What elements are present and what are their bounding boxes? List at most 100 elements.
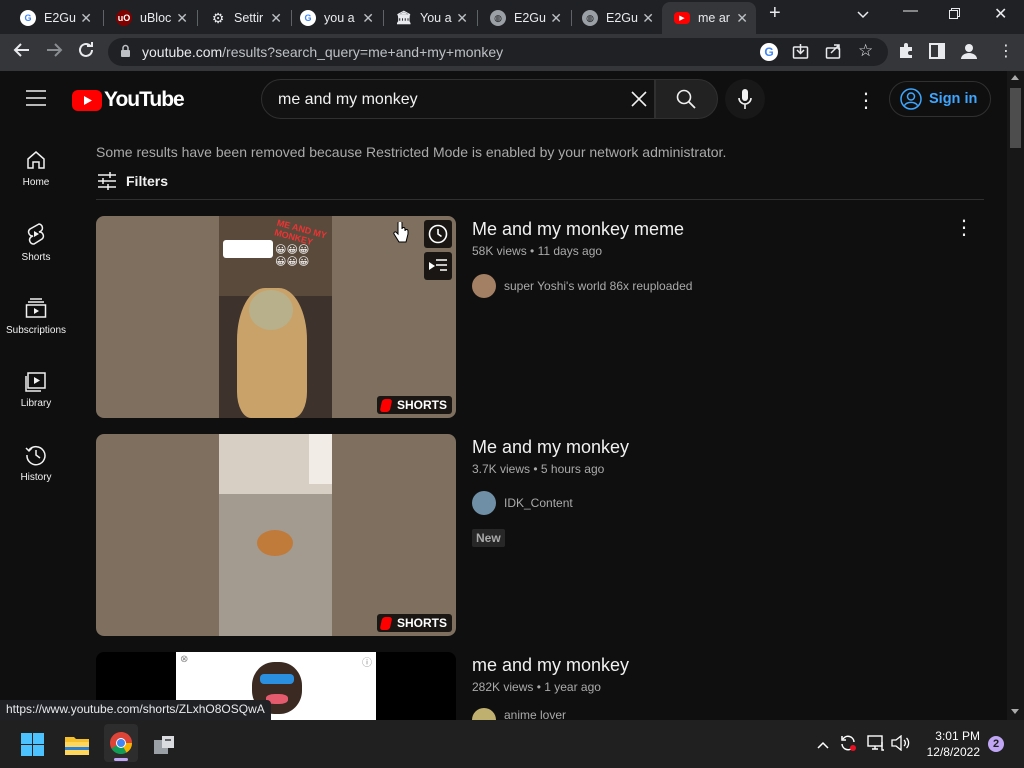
channel-link[interactable]: IDK_Content: [472, 491, 573, 515]
filters-button[interactable]: Filters: [96, 170, 168, 192]
video-title[interactable]: me and my monkey: [472, 655, 629, 676]
minimize-button[interactable]: —: [903, 2, 918, 19]
sidebar-item-history[interactable]: History: [0, 444, 72, 483]
extensions-icon[interactable]: [897, 42, 915, 65]
close-icon[interactable]: ✕: [550, 10, 562, 27]
browser-tab[interactable]: 🏛 You a ✕: [384, 4, 476, 32]
library-icon: 🏛: [395, 10, 413, 25]
youtube-logo[interactable]: YouTube: [72, 88, 185, 112]
share-icon[interactable]: [825, 43, 842, 65]
new-tab-button[interactable]: +: [769, 2, 781, 25]
subscriptions-icon: [25, 298, 47, 318]
monkey-sunglasses: [260, 674, 294, 684]
forward-button[interactable]: [45, 41, 63, 64]
windows-start-icon[interactable]: [21, 733, 44, 761]
notification-badge[interactable]: 2: [988, 736, 1004, 752]
browser-tab[interactable]: G you a ✕: [288, 4, 382, 32]
show-hidden-icons-chevron-icon[interactable]: [817, 736, 829, 754]
status-bar-url: https://www.youtube.com/shorts/ZLxhO8OSQ…: [0, 700, 271, 720]
video-action-menu-icon[interactable]: ⋮: [954, 215, 974, 240]
address-bar[interactable]: youtube.com/results?search_query=me+and+…: [108, 38, 888, 66]
restore-button[interactable]: [949, 6, 960, 23]
network-icon[interactable]: [867, 735, 885, 756]
side-panel-icon[interactable]: [929, 43, 945, 64]
search-input[interactable]: me and my monkey: [261, 79, 655, 119]
close-icon[interactable]: ⊗: [180, 654, 188, 665]
browser-tab[interactable]: ◍ E2Gu ✕: [570, 4, 662, 32]
volume-icon[interactable]: [891, 734, 911, 756]
divider: [96, 199, 984, 200]
close-icon[interactable]: ✕: [362, 10, 374, 27]
globe-icon: ◍: [490, 10, 506, 26]
close-window-button[interactable]: ✕: [994, 4, 1007, 24]
chrome-icon: [110, 732, 132, 754]
scroll-down-arrow-icon[interactable]: [1011, 709, 1019, 714]
channel-link[interactable]: anime lover: [472, 708, 566, 720]
back-button[interactable]: [13, 41, 31, 64]
scroll-up-arrow-icon[interactable]: [1011, 75, 1019, 80]
search-icon: [676, 89, 696, 109]
sign-in-button[interactable]: Sign in: [889, 81, 991, 117]
video-title[interactable]: Me and my monkey: [472, 437, 629, 458]
clear-search-icon[interactable]: [630, 90, 648, 113]
browser-tab[interactable]: G E2Gu ✕: [8, 4, 100, 32]
new-badge: New: [472, 529, 505, 547]
search-button[interactable]: [655, 79, 718, 119]
tab-search-icon[interactable]: [857, 6, 869, 23]
browser-tab-active[interactable]: ▶ me ar ✕: [662, 2, 756, 34]
avatar: [472, 708, 496, 720]
chrome-menu-icon[interactable]: ⋮: [998, 41, 1014, 61]
monkey-toy: [257, 530, 293, 556]
video-title[interactable]: Me and my monkey meme: [472, 219, 684, 240]
youtube-masthead: YouTube me and my monkey ⋮ Sign in: [0, 71, 1007, 127]
sidebar-item-subscriptions[interactable]: Subscriptions: [0, 297, 72, 336]
close-icon[interactable]: ✕: [80, 10, 92, 27]
watch-later-button[interactable]: [424, 220, 452, 248]
settings-menu-icon[interactable]: ⋮: [856, 88, 876, 113]
info-icon[interactable]: ⓘ: [362, 654, 372, 669]
profile-icon[interactable]: [960, 42, 978, 65]
install-icon[interactable]: [792, 43, 809, 65]
shorts-badge: SHORTS: [376, 614, 452, 632]
video-thumbnail[interactable]: SHORTS: [96, 434, 456, 636]
youtube-play-icon: [72, 89, 102, 111]
browser-tab[interactable]: ◍ E2Gu ✕: [478, 4, 570, 32]
frame-door: [309, 434, 332, 484]
sidebar-item-library[interactable]: Library: [0, 370, 72, 409]
browser-tab[interactable]: uO uBloc ✕: [104, 4, 196, 32]
shorts-logo-icon: [379, 398, 393, 412]
file-explorer-icon[interactable]: [64, 734, 90, 761]
close-icon[interactable]: ✕: [736, 10, 748, 27]
avatar: [472, 274, 496, 298]
close-icon[interactable]: ✕: [270, 10, 282, 27]
close-icon[interactable]: ✕: [176, 10, 188, 27]
system-clock[interactable]: 3:01 PM 12/8/2022: [920, 728, 980, 760]
video-meta: 58K views • 11 days ago: [472, 244, 603, 258]
reload-button[interactable]: [77, 41, 95, 64]
sync-icon[interactable]: [839, 734, 857, 757]
ublock-icon: uO: [116, 10, 132, 26]
network-app-icon[interactable]: [152, 734, 176, 761]
sidebar-item-shorts[interactable]: Shorts: [0, 222, 72, 263]
video-meta: 3.7K views • 5 hours ago: [472, 462, 605, 476]
channel-link[interactable]: super Yoshi's world 86x reuploaded: [472, 274, 692, 298]
library-icon: [25, 372, 46, 392]
hamburger-menu-icon[interactable]: [26, 90, 46, 111]
avatar: [472, 491, 496, 515]
browser-tab[interactable]: ⚙ Settir ✕: [198, 4, 290, 32]
short-frame: [219, 434, 332, 636]
voice-search-button[interactable]: [725, 79, 765, 119]
bookmark-star-icon[interactable]: ☆: [858, 41, 873, 61]
add-to-queue-button[interactable]: [424, 252, 452, 280]
scroll-thumb[interactable]: [1010, 88, 1021, 148]
chrome-taskbar-button[interactable]: [104, 724, 138, 762]
lock-icon[interactable]: [120, 44, 131, 63]
page-scrollbar[interactable]: [1007, 71, 1024, 720]
restricted-mode-notice: Some results have been removed because R…: [96, 144, 727, 160]
taskbar: 3:01 PM 12/8/2022 2: [0, 720, 1024, 768]
google-lens-icon[interactable]: G: [760, 43, 778, 61]
account-icon: [900, 88, 922, 110]
close-icon[interactable]: ✕: [642, 10, 654, 27]
sidebar-item-home[interactable]: Home: [0, 149, 72, 188]
close-icon[interactable]: ✕: [456, 10, 468, 27]
